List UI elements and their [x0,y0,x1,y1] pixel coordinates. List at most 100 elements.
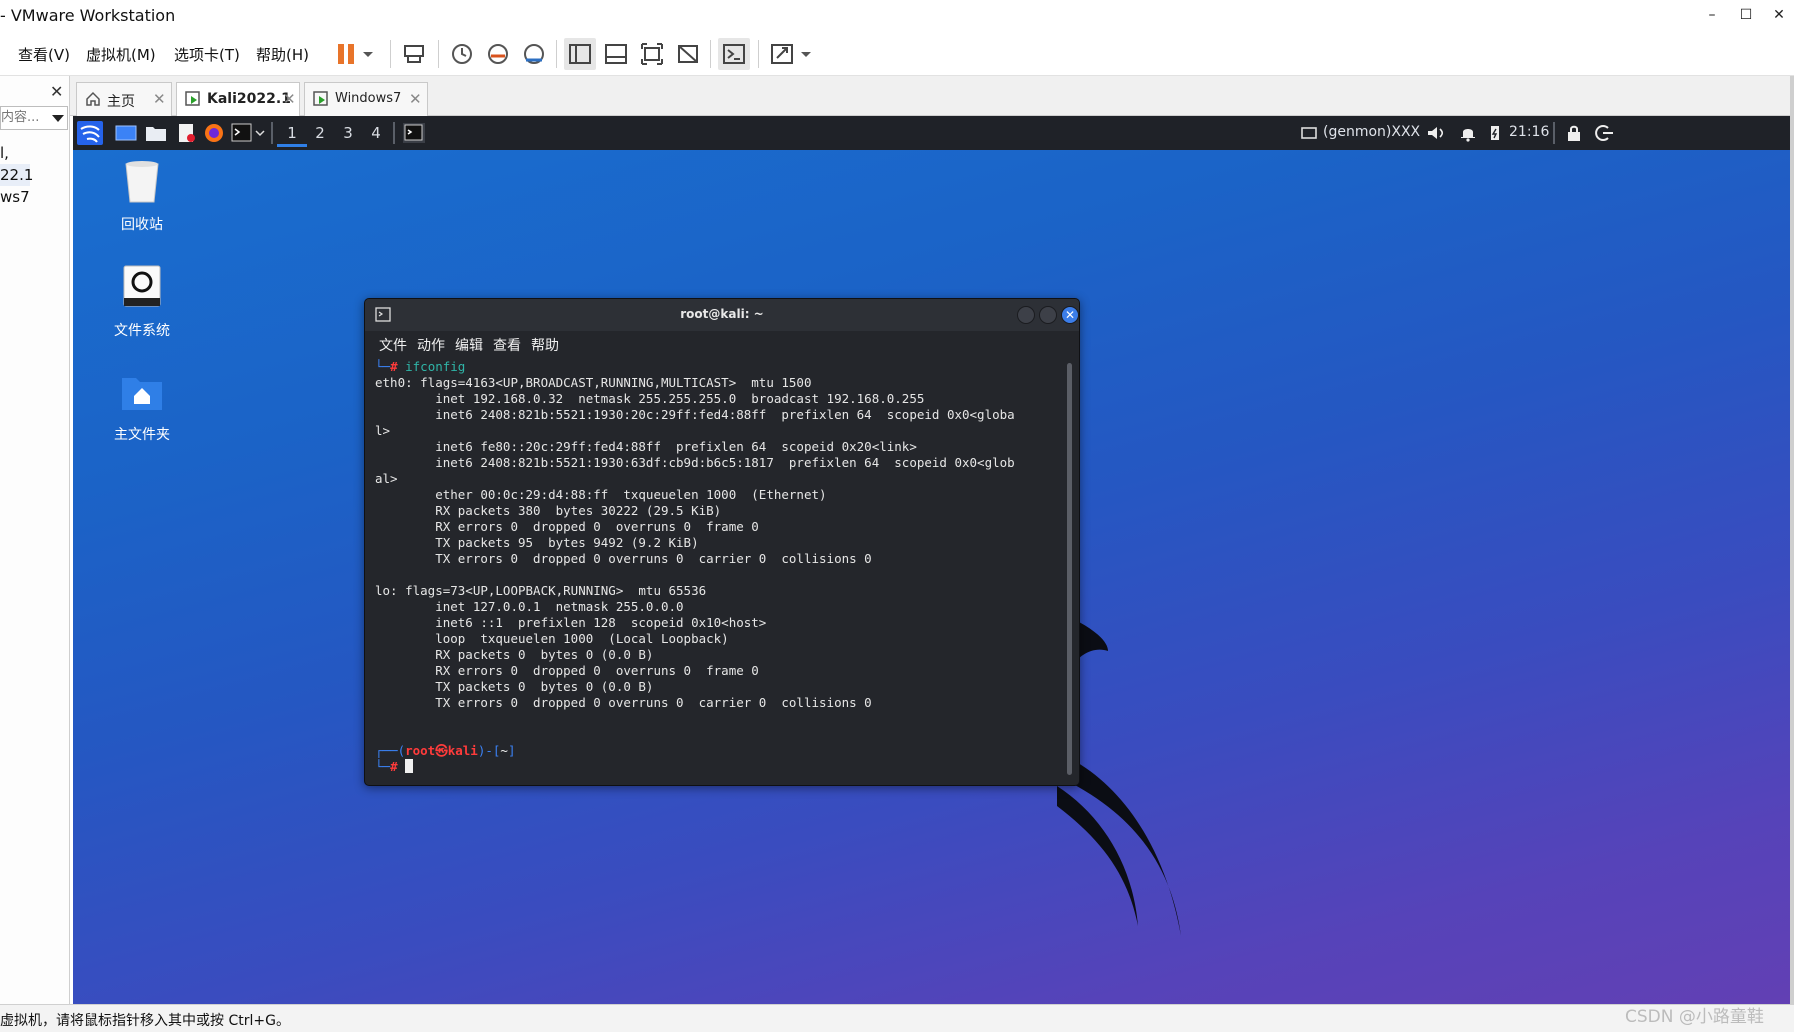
chevron-down-icon [363,52,373,57]
firefox-button[interactable] [203,123,225,143]
close-icon[interactable]: ✕ [409,90,422,108]
terminal-cursor [405,759,414,773]
drive-icon [123,265,161,307]
tab-home[interactable]: 主页 ✕ [76,82,172,116]
prompt-corner: └─ [375,759,391,774]
desktop-icon-home-folder[interactable]: 主文件夹 [87,366,197,444]
terminal-launcher-button[interactable] [231,123,253,143]
terminal-minimize-button[interactable] [1017,306,1035,324]
menu-vm[interactable]: 虚拟机(M) [86,44,156,65]
terminal-menu-help[interactable]: 帮助 [531,335,559,355]
menu-view[interactable]: 查看(V) [18,44,70,65]
stretch-dropdown[interactable] [796,38,816,70]
library-item[interactable]: l, [0,142,9,164]
terminal-input-line[interactable]: └─# [375,759,1065,775]
terminal-maximize-button[interactable] [1039,306,1057,324]
terminal-output-line: RX errors 0 dropped 0 overruns 0 frame 0 [375,519,759,534]
pause-icon [338,44,354,64]
send-ctrl-alt-del-button[interactable] [398,38,430,70]
terminal-window[interactable]: root@kali: ~ ✕ 文件 动作 编辑 查看 帮助 └─# ifconf… [364,298,1080,786]
library-item[interactable]: ws7 [0,186,30,208]
terminal-icon [231,123,252,142]
prompt-hash: # [390,359,398,374]
panel-clock[interactable]: 21:16 [1509,124,1549,140]
text-editor-button[interactable] [175,123,197,143]
terminal-launcher-dropdown[interactable] [253,123,267,143]
firefox-icon [205,124,223,142]
library-close-button[interactable]: ✕ [50,82,63,101]
menu-tabs[interactable]: 选项卡(T) [174,44,240,65]
vm-right-border [1790,76,1794,1004]
console-view-button[interactable] [718,38,750,70]
show-desktop-button[interactable] [115,123,137,143]
lock-screen-icon[interactable] [1563,123,1585,143]
terminal-title: root@kali: ~ [680,307,764,321]
prompt-user: root [405,743,436,758]
file-manager-button[interactable] [145,123,167,143]
stretch-button[interactable] [766,38,798,70]
vm-display[interactable]: 1 2 3 4 (genmon)XXX 21:16 回收站 文件系统 主文件夹 … [73,116,1790,1004]
terminal-output-line: RX errors 0 dropped 0 overruns 0 frame 0 [375,663,759,678]
terminal-close-button[interactable]: ✕ [1061,306,1079,324]
terminal-menu-view[interactable]: 查看 [493,335,521,355]
snapshot-manager-icon [524,44,544,64]
terminal-menu-actions[interactable]: 动作 [417,335,445,355]
close-icon[interactable]: ✕ [153,90,166,108]
kali-menu-button[interactable] [77,121,103,145]
volume-icon[interactable] [1425,123,1447,143]
terminal-scrollbar[interactable] [1067,363,1072,775]
logout-icon[interactable] [1593,123,1615,143]
library-search-input[interactable]: 内容... [0,106,68,130]
full-screen-button[interactable] [636,38,668,70]
workspace-3[interactable]: 3 [333,121,363,147]
terminal-output[interactable]: └─# ifconfig eth0: flags=4163<UP,BROADCAS… [375,359,1065,779]
pause-dropdown[interactable] [358,38,378,70]
tab-windows7[interactable]: Windows7 ✕ [304,82,428,116]
desktop-icon-trash[interactable]: 回收站 [87,156,197,234]
take-snapshot-button[interactable] [446,38,478,70]
menu-help[interactable]: 帮助(H) [256,44,309,65]
show-library-button[interactable] [564,38,596,70]
close-icon[interactable]: ✕ [283,90,296,108]
desktop-icon-filesystem[interactable]: 文件系统 [87,262,197,340]
maximize-button[interactable]: ☐ [1733,4,1759,26]
library-panel: ✕ 内容... l, 22.1 ws7 [0,76,70,1004]
prompt-close: )-[ [477,743,501,758]
app-title: - VMware Workstation [0,6,176,25]
notification-bell-icon[interactable] [1457,123,1479,143]
unity-button[interactable] [672,38,704,70]
taskbar-terminal-window[interactable] [403,123,425,143]
battery-icon[interactable] [1487,123,1503,143]
terminal-titlebar[interactable]: root@kali: ~ ✕ [365,299,1079,331]
kali-top-panel: 1 2 3 4 (genmon)XXX 21:16 [73,116,1790,150]
revert-snapshot-icon [488,44,508,64]
panel-separator [1553,122,1555,144]
toolbar-separator [710,40,711,68]
home-folder-icon [122,378,162,410]
panel-separator [271,122,273,144]
prompt-hash: # [390,759,398,774]
library-item[interactable]: 22.1 [0,164,33,186]
toolbar-separator [390,40,391,68]
snapshot-icon [452,44,472,64]
workspace-2[interactable]: 2 [305,121,335,147]
minimize-button[interactable]: – [1699,4,1725,26]
kali-dragon-decoration [1055,611,1181,936]
terminal-menu-file[interactable]: 文件 [379,335,407,355]
terminal-menu-edit[interactable]: 编辑 [455,335,483,355]
thumbnail-bar-button[interactable] [600,38,632,70]
terminal-command-line: └─# ifconfig [375,359,1065,375]
workspace-4[interactable]: 4 [361,121,391,147]
full-screen-icon [641,43,663,65]
tab-label: 主页 [107,94,135,110]
snapshot-manager-button[interactable] [518,38,550,70]
tab-kali[interactable]: Kali2022.1 ✕ [176,82,300,116]
panel-separator [393,122,395,144]
workspace-1[interactable]: 1 [277,121,307,147]
stretch-icon [771,44,793,64]
revert-snapshot-button[interactable] [482,38,514,70]
terminal-command: ifconfig [405,359,466,374]
terminal-output-line: loop txqueuelen 1000 (Local Loopback) [375,631,729,646]
close-button[interactable]: ✕ [1766,4,1792,26]
